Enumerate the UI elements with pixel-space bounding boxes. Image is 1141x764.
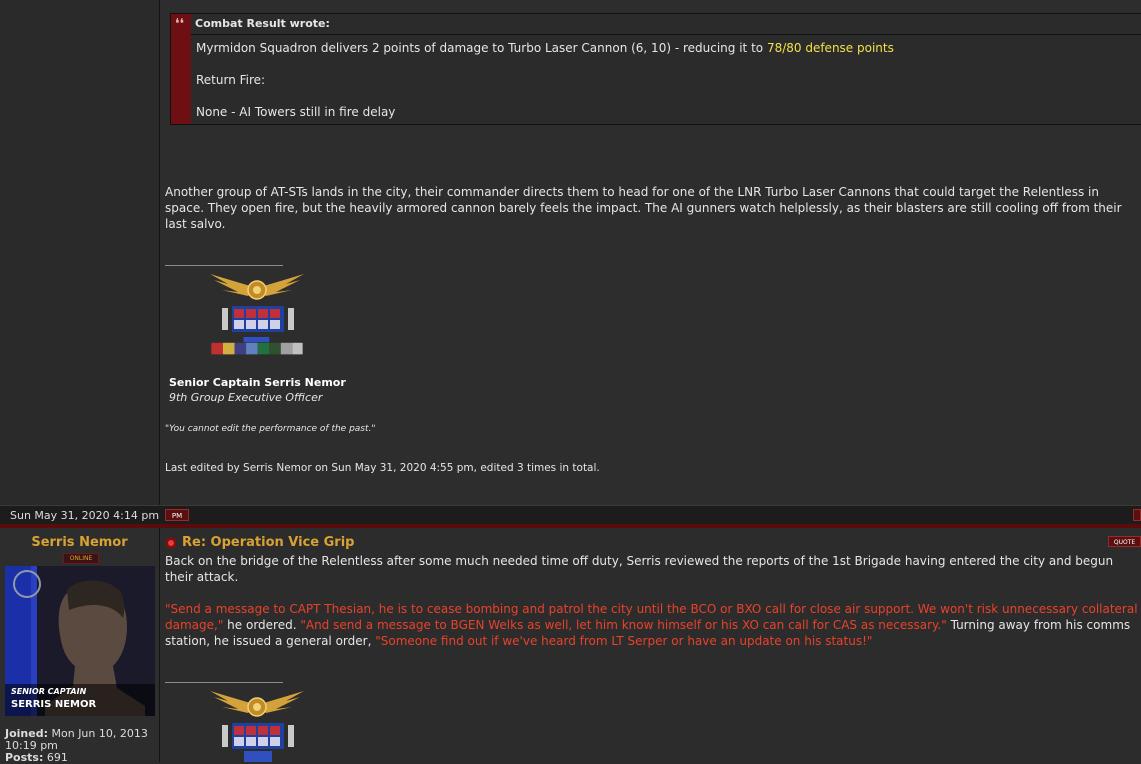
signature-separator (165, 265, 283, 266)
signature-separator-2 (165, 682, 283, 683)
post2-para-1: Back on the bridge of the Relentless aft… (165, 554, 1114, 584)
defense-points-highlight: 78/80 defense points (766, 41, 894, 55)
quote-block: ❛❛ Combat Result wrote: Myrmidon Squadro… (170, 13, 1141, 125)
quote-author: Combat Result wrote: (195, 17, 330, 30)
post-footer: Sun May 31, 2020 4:14 pm PM (0, 505, 1141, 525)
quote-line-2: Return Fire: (196, 73, 266, 87)
quote-line-1: Myrmidon Squadron delivers 2 points of d… (196, 41, 894, 55)
posts-value: 691 (46, 751, 68, 764)
pm-button[interactable]: PM (165, 509, 189, 521)
post1-body: Another group of AT-STs lands in the cit… (165, 185, 1122, 231)
profile-info: Joined: Mon Jun 10, 2013 10:19 pm Posts:… (5, 728, 155, 764)
post-title[interactable]: Re: Operation Vice Grip (182, 535, 354, 550)
quote-header: Combat Result wrote: (191, 14, 1141, 35)
post-icon (166, 538, 176, 548)
post-date: Sun May 31, 2020 4:14 pm (10, 509, 160, 522)
quote-mark-icon: ❛❛ (175, 16, 185, 32)
signature-title: 9th Group Executive Officer (169, 391, 323, 404)
quote-line-3: None - AI Towers still in fire delay (196, 105, 396, 119)
footer-action-button[interactable] (1133, 509, 1141, 521)
quote-bar: ❛❛ (171, 14, 191, 124)
signature-name: Senior Captain Serris Nemor (169, 376, 346, 389)
ribbon-bar-icon (211, 337, 303, 355)
ribbon-top-icon (222, 306, 294, 332)
signature-quote: "You cannot edit the performance of the … (165, 424, 376, 434)
post-divider (0, 524, 1141, 528)
online-badge: ONLINE (63, 553, 99, 564)
edit-note: Last edited by Serris Nemor on Sun May 3… (165, 462, 600, 474)
avatar-rank: SENIOR CAPTAIN (11, 687, 87, 696)
avatar: SENIOR CAPTAIN SERRIS NEMOR (5, 566, 155, 716)
avatar-name: SERRIS NEMOR (11, 699, 97, 710)
quote-button[interactable]: QUOTE (1108, 536, 1141, 547)
wings-insignia-icon (210, 274, 304, 300)
posts-label: Posts: (5, 751, 44, 764)
post-author[interactable]: Serris Nemor (0, 535, 159, 550)
wings-insignia-icon-2 (210, 691, 304, 717)
post2-para-2: "Send a message to CAPT Thesian, he is t… (165, 602, 1138, 648)
ribbon-top-icon-2 (222, 723, 294, 762)
